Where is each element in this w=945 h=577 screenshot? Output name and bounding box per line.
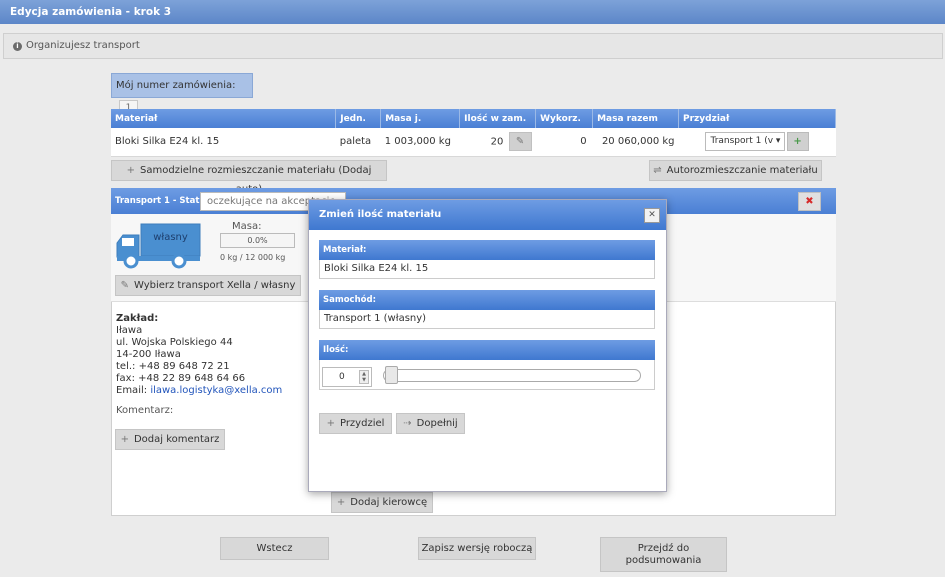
pencil-icon: ✎	[515, 136, 525, 148]
cell-assignment: Transport 1 (v ▾ +	[678, 128, 836, 157]
arrows-icon: ⇌	[653, 165, 662, 176]
mass-percent: 0.0%	[247, 236, 268, 245]
fill-label: Dopełnij	[416, 418, 458, 429]
quantity-slider-handle[interactable]	[385, 366, 398, 384]
cell-quantity: 20 ✎	[459, 128, 536, 157]
assignment-select[interactable]: Transport 1 (v ▾	[704, 132, 785, 152]
fill-button[interactable]: ⇢ Dopełnij	[396, 413, 465, 434]
modal-close-button[interactable]: ✕	[644, 208, 660, 223]
add-comment-button[interactable]: + Dodaj komentarz	[115, 429, 225, 450]
back-button[interactable]: Wstecz	[220, 537, 329, 560]
modal-material-value: Bloki Silka E24 kl. 15	[319, 260, 655, 279]
email-label: Email:	[116, 385, 148, 396]
summary-line-2: podsumowania	[625, 555, 702, 566]
assign-label: Przydziel	[339, 418, 385, 429]
auto-place-button[interactable]: ⇌ Autorozmieszczanie materiału	[649, 160, 822, 181]
edit-quantity-button[interactable]: ✎	[508, 132, 532, 152]
plus-icon: +	[793, 136, 802, 148]
quantity-value: 20	[490, 136, 504, 148]
auto-place-label: Autorozmieszczanie materiału	[666, 165, 818, 176]
cell-material: Bloki Silka E24 kl. 15	[111, 128, 336, 157]
modal-material-label: Materiał:	[319, 240, 655, 260]
plant-email-line: Email: ilawa.logistyka@xella.com	[116, 385, 282, 397]
plant-label: Zakład:	[116, 313, 159, 324]
modal-title: Zmień ilość materiału	[309, 200, 666, 230]
truck-icon	[116, 223, 201, 269]
summary-line-1: Przejdź do	[637, 543, 690, 554]
cell-unit-mass: 1 003,000 kg	[380, 128, 460, 157]
col-quantity: Ilość w zam.	[459, 109, 537, 128]
mass-progress-bar: 0.0%	[220, 233, 295, 248]
col-material: Materiał	[111, 109, 337, 128]
quantity-slider[interactable]	[383, 369, 641, 382]
mass-label: Masa:	[232, 221, 262, 232]
caret-down-icon: ▾	[775, 136, 781, 147]
table-row: Bloki Silka E24 kl. 15 paleta 1 003,000 …	[111, 128, 836, 157]
plus-icon: +	[336, 497, 346, 508]
mass-value: 0 kg / 12 000 kg	[220, 253, 286, 262]
order-number-box: Mój numer zamówienia:1	[111, 73, 253, 117]
col-unit-mass: Masa j.	[380, 109, 461, 128]
col-total-mass: Masa razem	[592, 109, 680, 128]
window-title: Edycja zamówienia - krok 3	[0, 0, 945, 24]
plus-icon: +	[120, 434, 129, 445]
add-driver-label: Dodaj kierowcę	[350, 497, 428, 508]
add-comment-label: Dodaj komentarz	[133, 434, 220, 445]
materials-table: Materiał Jedn. Masa j. Ilość w zam. Wyko…	[111, 109, 836, 157]
close-icon: ✖	[805, 196, 814, 207]
comment-label: Komentarz:	[116, 405, 174, 416]
plant-line: tel.: +48 89 648 72 21	[116, 361, 230, 372]
auto-add-button[interactable]: + Samodzielne rozmieszczanie materiału (D…	[111, 160, 387, 195]
add-assignment-button[interactable]: +	[786, 132, 809, 152]
modal-vehicle-label: Samochód:	[319, 290, 655, 310]
plus-icon: +	[326, 418, 335, 429]
cell-unit: paleta	[335, 128, 381, 157]
plant-line: 14-200 Iława	[116, 349, 181, 360]
info-bar: i Organizujesz transport	[3, 33, 943, 59]
quantity-spinner-value: 0	[339, 372, 345, 382]
plant-line: ul. Wojska Polskiego 44	[116, 337, 233, 348]
plant-info: Zakład: Iława ul. Wojska Polskiego 44 14…	[116, 313, 282, 397]
info-icon: i	[13, 42, 22, 51]
pencil-icon: ✎	[120, 280, 129, 291]
add-driver-button[interactable]: + Dodaj kierowcę	[331, 492, 433, 513]
cell-total-mass: 20 060,000 kg	[592, 128, 679, 157]
assignment-select-value: Transport 1 (v	[710, 136, 774, 147]
modal-vehicle-value: Transport 1 (własny)	[319, 310, 655, 329]
cell-used: 0	[535, 128, 593, 157]
assign-button[interactable]: + Przydziel	[319, 413, 392, 434]
choose-transport-label: Wybierz transport Xella / własny	[133, 280, 296, 291]
plant-line: Iława	[116, 325, 143, 336]
info-text: Organizujesz transport	[26, 40, 140, 51]
truck-label: własny	[153, 232, 188, 243]
col-unit: Jedn.	[335, 109, 382, 128]
email-link[interactable]: ilawa.logistyka@xella.com	[150, 385, 282, 396]
order-number-label: Mój numer zamówienia:	[116, 80, 236, 91]
table-header-row: Materiał Jedn. Masa j. Ilość w zam. Wyko…	[111, 109, 836, 128]
plus-icon: +	[126, 165, 136, 176]
quantity-spinner[interactable]: 0 ▲ ▼	[322, 367, 372, 387]
spinner-arrows-icon[interactable]: ▲ ▼	[359, 370, 369, 384]
plant-line: fax: +48 22 89 648 64 66	[116, 373, 246, 384]
col-used: Wykorz.	[535, 109, 594, 128]
save-draft-button[interactable]: Zapisz wersję roboczą	[418, 537, 536, 560]
remove-transport-button[interactable]: ✖	[798, 192, 821, 211]
col-assignment: Przydział	[678, 109, 836, 128]
choose-transport-button[interactable]: ✎ Wybierz transport Xella / własny	[115, 275, 301, 296]
go-to-summary-button[interactable]: Przejdź do podsumowania	[600, 537, 727, 572]
modal-quantity-label: Ilość:	[319, 340, 655, 360]
close-icon: ✕	[648, 210, 656, 220]
fill-icon: ⇢	[403, 418, 412, 429]
